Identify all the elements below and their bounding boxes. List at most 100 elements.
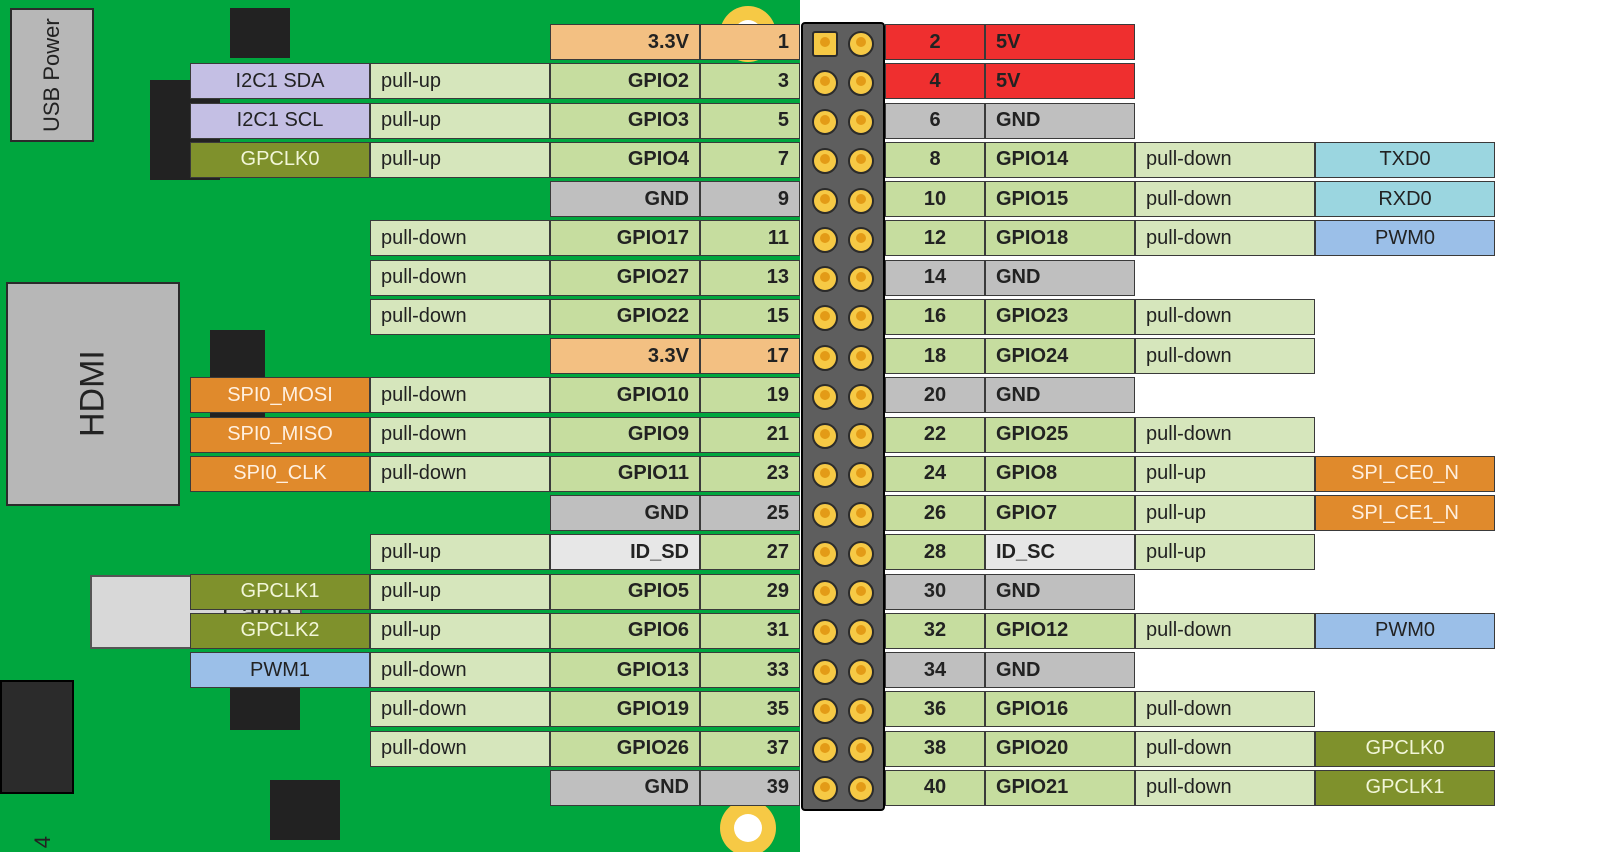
pin-number: 38 [885,731,985,767]
pin-row-36: 36GPIO16pull-down [885,691,1315,727]
header-row [803,691,883,730]
pin-pull: pull-down [370,260,550,296]
pin-name: GPIO16 [985,691,1135,727]
pin-number: 13 [700,260,800,296]
pin-row-29: 29GPIO5pull-upGPCLK1 [190,574,800,610]
header-pad [812,659,838,685]
pin-number: 31 [700,613,800,649]
pin-pull: pull-up [370,103,550,139]
header-pad [848,148,874,174]
pin-number: 2 [885,24,985,60]
header-pad [812,266,838,292]
pin-number: 24 [885,456,985,492]
pin-pull: pull-down [1135,299,1315,335]
pin-number: 29 [700,574,800,610]
pin-alt-function: PWM0 [1315,613,1495,649]
header-pad [848,384,874,410]
pin-pull: pull-down [1135,731,1315,767]
pin-row-7: 7GPIO4pull-upGPCLK0 [190,142,800,178]
header-row [803,377,883,416]
header-pad [848,698,874,724]
header-row [803,456,883,495]
header-pad [848,31,874,57]
header-row [803,63,883,102]
pin-alt-function: SPI0_MISO [190,417,370,453]
pin-row-21: 21GPIO9pull-downSPI0_MISO [190,417,800,453]
header-pad [812,502,838,528]
header-pad [812,776,838,802]
pin-name: GPIO18 [985,220,1135,256]
header-pad [848,737,874,763]
header-pad [848,109,874,135]
pin-name: GND [985,260,1135,296]
pin-name: GPIO14 [985,142,1135,178]
pin-alt-function: SPI_CE0_N [1315,456,1495,492]
header-pad [848,619,874,645]
header-pad [812,109,838,135]
pin-name: GPIO9 [550,417,700,453]
header-row [803,534,883,573]
pin-alt-function: RXD0 [1315,181,1495,217]
pin-name: GPIO7 [985,495,1135,531]
pin-pull: pull-down [370,691,550,727]
pin-number: 26 [885,495,985,531]
pin-pull: pull-up [1135,456,1315,492]
pin-name: GPIO5 [550,574,700,610]
pin-number: 11 [700,220,800,256]
pin-number: 4 [885,63,985,99]
page-number: 4 [30,836,56,848]
header-pad [812,737,838,763]
pin-pull: pull-down [370,456,550,492]
pinout-diagram: USB Power HDMI Came 4 13.3V3GPIO2pull-up… [0,0,1600,852]
pin-row-37: 37GPIO26pull-down [370,731,800,767]
pin-row-6: 6GND [885,103,1135,139]
header-pad [812,619,838,645]
header-row [803,417,883,456]
pin-row-17: 173.3V [550,338,800,374]
pin-pull: pull-down [370,652,550,688]
header-pad [848,345,874,371]
pin-alt-function: I2C1 SCL [190,103,370,139]
header-row [803,495,883,534]
pin-number: 10 [885,181,985,217]
header-pad [812,345,838,371]
pin-alt-function: PWM1 [190,652,370,688]
pin-alt-function: SPI0_CLK [190,456,370,492]
pin-row-16: 16GPIO23pull-down [885,299,1315,335]
pin-number: 27 [700,534,800,570]
pin-name: GND [550,495,700,531]
header-row [803,731,883,770]
pin-name: GPIO19 [550,691,700,727]
pin-number: 21 [700,417,800,453]
pin-pull: pull-down [370,377,550,413]
pin-pull: pull-down [1135,691,1315,727]
pin-name: GPIO4 [550,142,700,178]
pin-name: GPIO21 [985,770,1135,806]
pin-number: 33 [700,652,800,688]
pin-row-10: 10GPIO15pull-downRXD0 [885,181,1495,217]
pin-pull: pull-up [370,574,550,610]
pin-row-22: 22GPIO25pull-down [885,417,1315,453]
header-pad [812,227,838,253]
pin-row-5: 5GPIO3pull-upI2C1 SCL [190,103,800,139]
header-pad [812,423,838,449]
header-pad [848,462,874,488]
pin-name: GPIO15 [985,181,1135,217]
pin-row-35: 35GPIO19pull-down [370,691,800,727]
pin-number: 35 [700,691,800,727]
pin-number: 23 [700,456,800,492]
pin-number: 18 [885,338,985,374]
pin-name: 3.3V [550,24,700,60]
pin-alt-function: TXD0 [1315,142,1495,178]
pin-name: GND [550,181,700,217]
pin-row-32: 32GPIO12pull-downPWM0 [885,613,1495,649]
pin-pull: pull-down [1135,613,1315,649]
pin-alt-function: GPCLK1 [1315,770,1495,806]
pin-name: GND [985,652,1135,688]
header-pad [812,384,838,410]
pin-name: GPIO24 [985,338,1135,374]
header-pad [848,70,874,96]
header-row [803,652,883,691]
pin-pull: pull-up [370,613,550,649]
pin-row-12: 12GPIO18pull-downPWM0 [885,220,1495,256]
